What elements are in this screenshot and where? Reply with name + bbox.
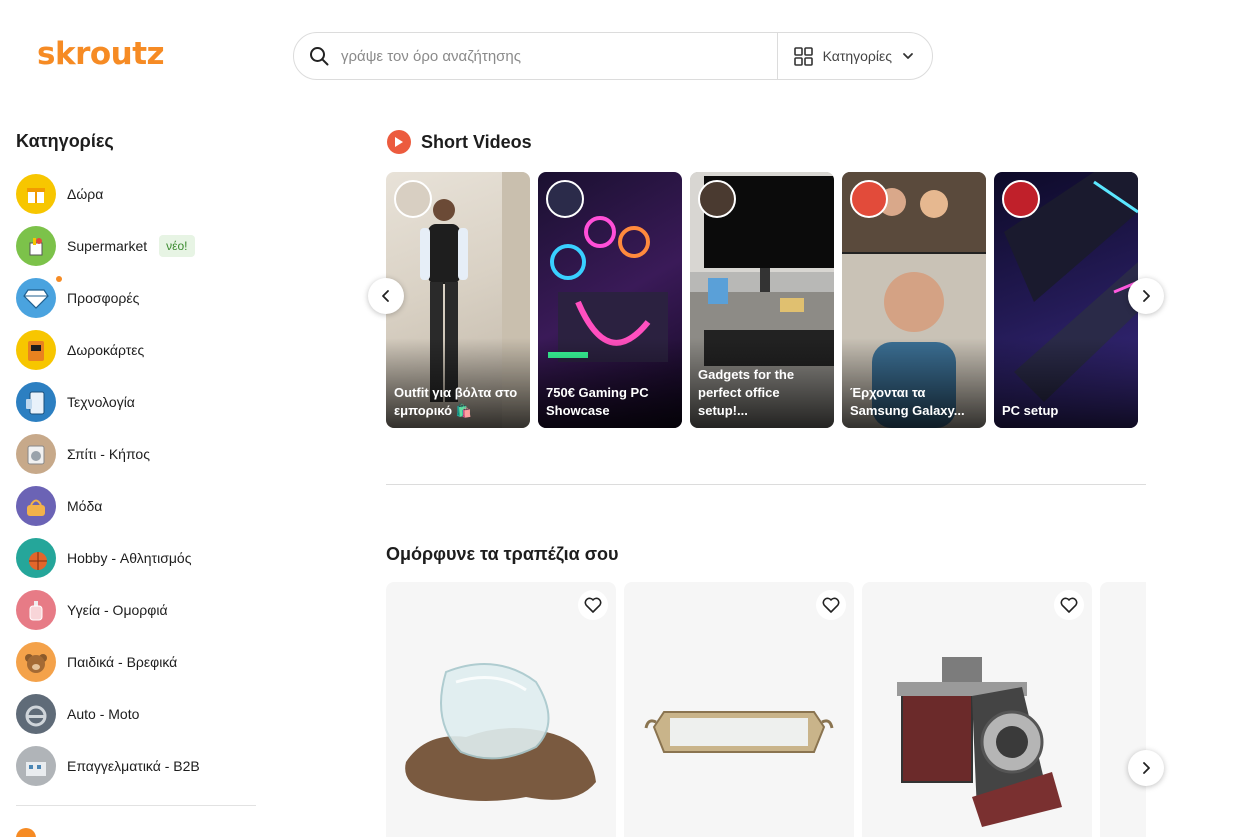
sidebar-divider xyxy=(16,805,256,806)
video-card[interactable]: PC setup xyxy=(994,172,1138,428)
search-bar: Κατηγορίες xyxy=(293,32,933,80)
sidebar-item-kids-baby[interactable]: Παιδικά - Βρεφικά xyxy=(16,636,256,688)
sidebar-item-fashion[interactable]: Μόδα xyxy=(16,480,256,532)
search-input[interactable] xyxy=(341,47,777,65)
sidebar-item-label: Auto - Moto xyxy=(67,706,140,722)
sidebar-item-label: Δωροκάρτες xyxy=(67,342,145,358)
sidebar-item-label: Hobby - Αθλητισμός xyxy=(67,550,192,566)
sidebar-item-label: Μόδα xyxy=(67,498,103,514)
steering-wheel-icon xyxy=(16,694,56,734)
video-title: PC setup xyxy=(1002,403,1059,418)
product-card[interactable] xyxy=(624,582,854,837)
sidebar-item-gift-cards[interactable]: Δωροκάρτες xyxy=(16,324,256,376)
sidebar-item-b2b[interactable]: Επαγγελματικά - B2B xyxy=(16,740,256,792)
short-videos-title: Short Videos xyxy=(421,131,532,152)
sidebar-item-hobby-sports[interactable]: Hobby - Αθλητισμός xyxy=(16,532,256,584)
chevron-down-icon xyxy=(903,53,913,59)
sidebar-item-auto-moto[interactable]: Auto - Moto xyxy=(16,688,256,740)
sidebar-item-offers[interactable]: Προσφορές xyxy=(16,272,256,324)
product-card[interactable] xyxy=(1100,582,1146,837)
videos-prev-button[interactable] xyxy=(368,278,404,314)
video-card[interactable]: Έρχονται τα Samsung Galaxy... xyxy=(842,172,986,428)
perfume-icon xyxy=(16,590,56,630)
sidebar-item-gifts[interactable]: Δώρα xyxy=(16,168,256,220)
video-title: Έρχονται τα Samsung Galaxy... xyxy=(850,385,965,418)
product-image xyxy=(405,663,596,801)
video-card[interactable]: Outfit για βόλτα στο εμπορικό 🛍️ xyxy=(386,172,530,428)
short-videos-header: Short Videos xyxy=(387,130,532,154)
sidebar-item-label: Τεχνολογία xyxy=(67,394,135,410)
product-card[interactable] xyxy=(386,582,616,837)
skroutz-logo[interactable]: skroutz xyxy=(37,36,165,72)
teddy-bear-icon xyxy=(16,642,56,682)
video-title: 750€ Gaming PC Showcase xyxy=(546,385,649,418)
creator-avatar xyxy=(546,180,584,218)
search-icon[interactable] xyxy=(309,46,329,66)
creator-avatar xyxy=(698,180,736,218)
new-badge: νέο! xyxy=(159,235,195,257)
sidebar-item-label: Δώρα xyxy=(67,186,104,202)
sidebar-item-label: Σπίτι - Κήπος xyxy=(67,446,150,462)
product-image xyxy=(897,657,1062,827)
category-list: Δώρα Supermarket νέο! Προσφορές Δωροκάρτ… xyxy=(16,168,256,792)
chevron-right-icon xyxy=(1143,290,1150,302)
shopping-bag-icon xyxy=(16,226,56,266)
section-divider xyxy=(386,484,1146,485)
sidebar-item-label: Παιδικά - Βρεφικά xyxy=(67,654,178,670)
video-card[interactable]: 750€ Gaming PC Showcase xyxy=(538,172,682,428)
smartphone-icon xyxy=(16,382,56,422)
sidebar-item-label: Supermarket xyxy=(67,238,148,254)
video-card[interactable]: Gadgets for the perfect office setup!... xyxy=(690,172,834,428)
notification-dot xyxy=(56,276,62,282)
building-icon xyxy=(16,746,56,786)
gift-card-icon xyxy=(16,330,56,370)
chevron-left-icon xyxy=(382,290,389,302)
products-section-title: Ομόρφυνε τα τραπέζια σου xyxy=(386,544,619,564)
categories-dropdown[interactable]: Κατηγορίες xyxy=(776,33,932,79)
gift-icon xyxy=(16,174,56,214)
product-card[interactable] xyxy=(862,582,1092,837)
video-title: Outfit για βόλτα στο εμπορικό 🛍️ xyxy=(394,385,518,418)
sidebar-item-label: Προσφορές xyxy=(67,290,140,306)
short-videos-carousel: Outfit για βόλτα στο εμπορικό 🛍️ 750€ Ga… xyxy=(386,172,1146,428)
grid-icon xyxy=(793,46,813,66)
play-icon xyxy=(387,130,411,154)
product-image xyxy=(644,711,834,753)
video-title: Gadgets for the perfect office setup!... xyxy=(698,367,795,418)
sidebar-item-technology[interactable]: Τεχνολογία xyxy=(16,376,256,428)
washing-machine-icon xyxy=(16,434,56,474)
sidebar-item-home-garden[interactable]: Σπίτι - Κήπος xyxy=(16,428,256,480)
sidebar-item-label: Επαγγελματικά - B2B xyxy=(67,758,200,774)
creator-avatar xyxy=(1002,180,1040,218)
chevron-right-icon xyxy=(1143,762,1150,774)
sidebar-item-supermarket[interactable]: Supermarket νέο! xyxy=(16,220,256,272)
sidebar-title: Κατηγορίες xyxy=(16,131,114,151)
sidebar-item-health-beauty[interactable]: Υγεία - Ομορφιά xyxy=(16,584,256,636)
creator-avatar xyxy=(394,180,432,218)
sidebar-item-label: Υγεία - Ομορφιά xyxy=(67,602,168,618)
videos-next-button[interactable] xyxy=(1128,278,1164,314)
products-carousel xyxy=(386,582,1146,837)
products-next-button[interactable] xyxy=(1128,750,1164,786)
creator-avatar xyxy=(850,180,888,218)
categories-dropdown-label: Κατηγορίες xyxy=(822,48,892,64)
basketball-icon xyxy=(16,538,56,578)
diamond-icon xyxy=(16,278,56,318)
sidebar-next-section-icon xyxy=(16,828,36,837)
handbag-icon xyxy=(16,486,56,526)
